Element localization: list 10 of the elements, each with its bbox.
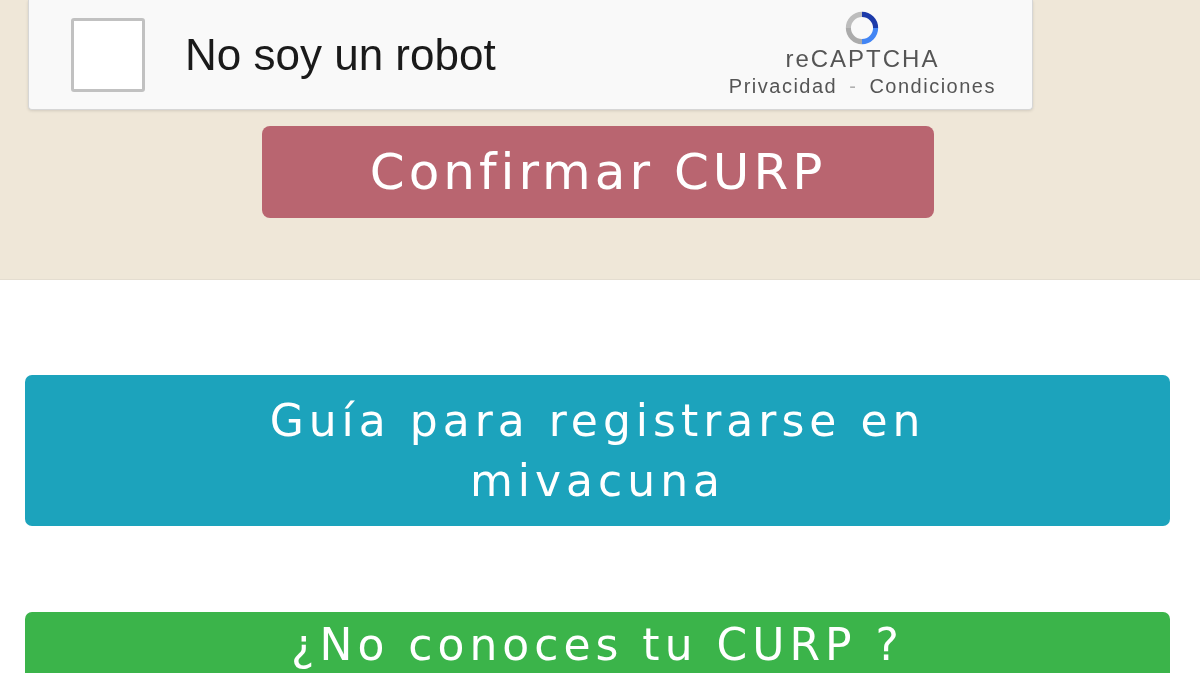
captcha-label: No soy un robot [185, 29, 496, 80]
confirm-button[interactable]: Confirmar CURP [262, 126, 934, 218]
lookup-button[interactable]: ¿No conoces tu CURP ? [25, 612, 1170, 673]
guide-button[interactable]: Guía para registrarse en mivacuna [25, 375, 1170, 526]
ring-icon [845, 11, 880, 46]
captcha-link[interactable]: Condiciones [869, 73, 996, 98]
captcha-link[interactable]: Privacidad [728, 73, 838, 98]
captcha-checkbox[interactable] [71, 17, 145, 92]
captcha-brand: reCAPTCHA [785, 45, 940, 74]
link-separator: - [849, 73, 858, 98]
